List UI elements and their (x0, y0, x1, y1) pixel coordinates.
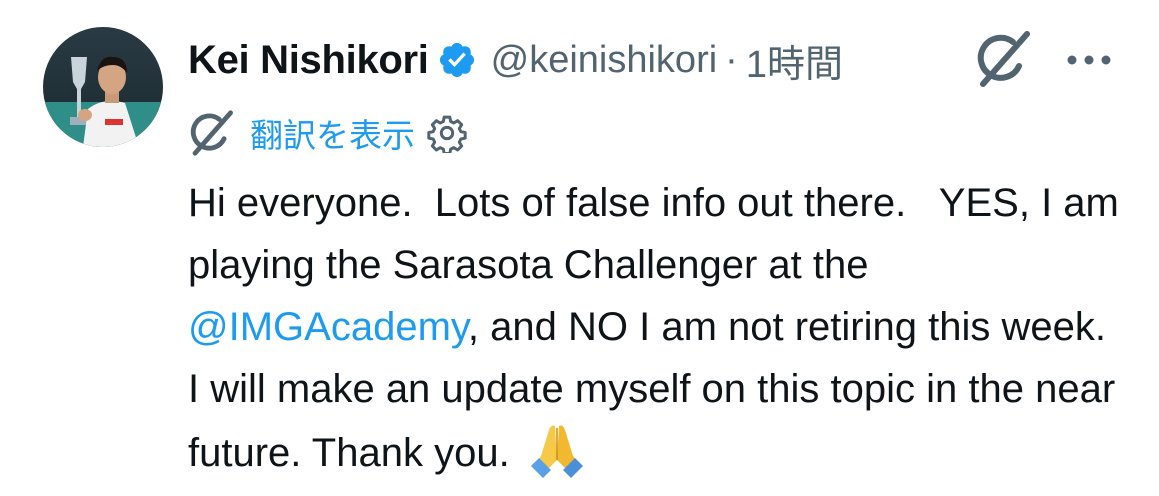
mention-link[interactable]: @IMGAcademy (188, 305, 468, 349)
grok-translate-icon[interactable] (188, 108, 236, 158)
translate-row: 翻訳を表示 (188, 108, 467, 158)
more-options-icon[interactable] (1062, 50, 1116, 70)
separator-dot: · (725, 38, 738, 81)
handle[interactable]: @keinishikori (491, 39, 718, 82)
tweet-text-part1: Hi everyone. Lots of false info out ther… (188, 181, 1130, 287)
verified-badge-icon[interactable] (437, 40, 477, 80)
timestamp[interactable]: 1時間 (746, 33, 843, 88)
grok-icon[interactable] (975, 28, 1033, 90)
avatar[interactable] (43, 27, 163, 147)
tweet-text: Hi everyone. Lots of false info out ther… (188, 172, 1138, 484)
tweet-container: Kei Nishikori @keinishikori · 1時間 翻訳を表示 … (0, 0, 1159, 496)
show-translation-link[interactable]: 翻訳を表示 (250, 109, 415, 157)
folded-hands-emoji-icon (527, 420, 587, 478)
display-name[interactable]: Kei Nishikori (188, 38, 429, 83)
gear-icon[interactable] (427, 113, 467, 155)
